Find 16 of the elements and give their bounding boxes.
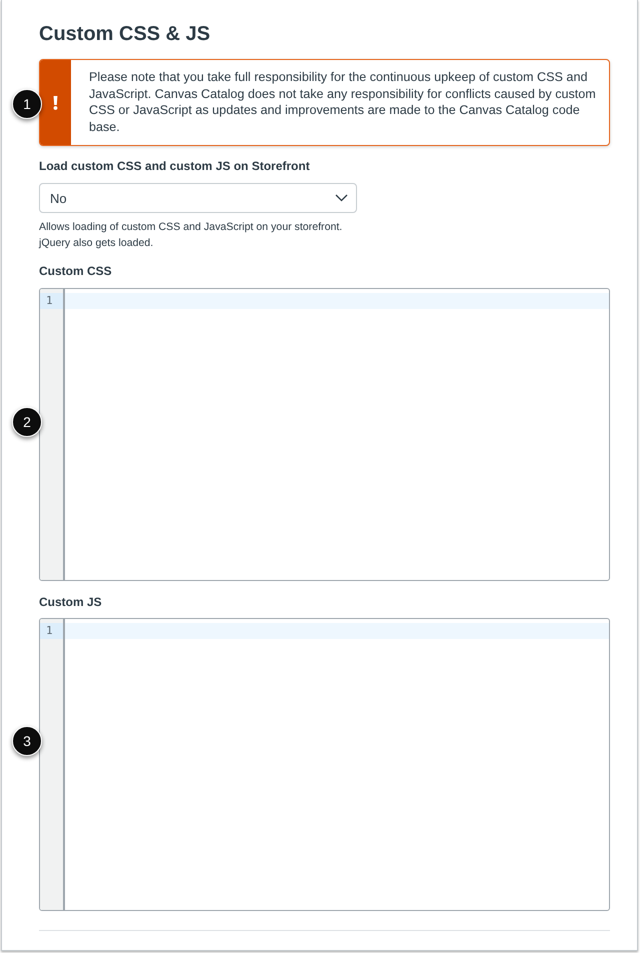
- code-editor[interactable]: 1: [39, 288, 610, 581]
- alert-message: Please note that you take full responsibility for the continuous upkeep of custom CSS and JavaScript. Canvas Catalog does not take any responsibility for conflicts caused by custom CSS or JavaScript as updates and improvements are made to the Canvas Catalog code base.: [88, 69, 597, 136]
- dropdown-select[interactable]: No: [39, 183, 357, 213]
- field-label: Load custom CSS and custom JS on Storefront: [39, 158, 310, 174]
- exclamation-icon: [53, 96, 58, 110]
- chevron-down-icon: [335, 194, 348, 202]
- line-number: 1: [40, 293, 63, 309]
- line-number: 1: [40, 623, 63, 639]
- callout-marker: 3: [12, 726, 42, 756]
- field-label: Custom JS: [39, 594, 102, 610]
- code-editor[interactable]: 1: [39, 618, 610, 911]
- field-label: Custom CSS: [39, 263, 112, 279]
- callout-marker: 1: [12, 89, 42, 119]
- callout-marker: 2: [12, 407, 42, 437]
- help-text: Allows loading of custom CSS and JavaScript on your storefront. jQuery also gets loaded.: [39, 220, 344, 251]
- page-title: Custom CSS & JS: [39, 22, 210, 47]
